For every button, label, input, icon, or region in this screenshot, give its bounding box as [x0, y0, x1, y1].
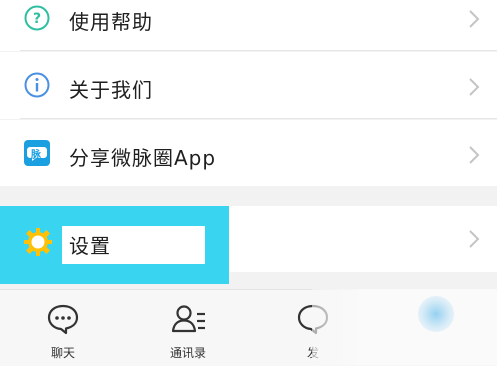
help-circle-icon: ? [24, 5, 50, 35]
chevron-right-icon [469, 78, 480, 96]
svg-text:?: ? [33, 11, 41, 27]
menu-item-settings[interactable]: 设置 [0, 206, 497, 284]
chevron-right-icon [469, 146, 480, 164]
help-label: 使用帮助 [69, 10, 153, 34]
tab-chat[interactable]: 聊天 [18, 290, 108, 366]
info-circle-icon [24, 72, 50, 102]
divider [20, 50, 497, 51]
divider [20, 118, 497, 119]
tab-label: 聊天 [50, 346, 75, 360]
chevron-right-icon [469, 230, 480, 248]
menu-item-help[interactable]: ? 使用帮助 [0, 0, 497, 51]
blurred-region [312, 289, 497, 365]
share-app-icon: 脉 [24, 140, 50, 170]
tab-label: 通讯录 [169, 346, 206, 360]
tab-contacts[interactable]: 通讯录 [143, 290, 233, 366]
share-label: 分享微脉圈App [69, 146, 217, 170]
menu-item-about[interactable]: 关于我们 [0, 52, 497, 119]
about-label: 关于我们 [69, 78, 153, 102]
chevron-right-icon [469, 10, 480, 28]
share-badge-text: 脉 [31, 150, 41, 161]
menu-item-share[interactable]: 脉 分享微脉圈App [0, 120, 497, 186]
contacts-icon [171, 305, 205, 333]
blurred-tab-icon [418, 296, 454, 332]
chat-bubble-icon [47, 304, 79, 335]
gear-icon [24, 228, 52, 260]
settings-label: 设置 [69, 234, 111, 258]
